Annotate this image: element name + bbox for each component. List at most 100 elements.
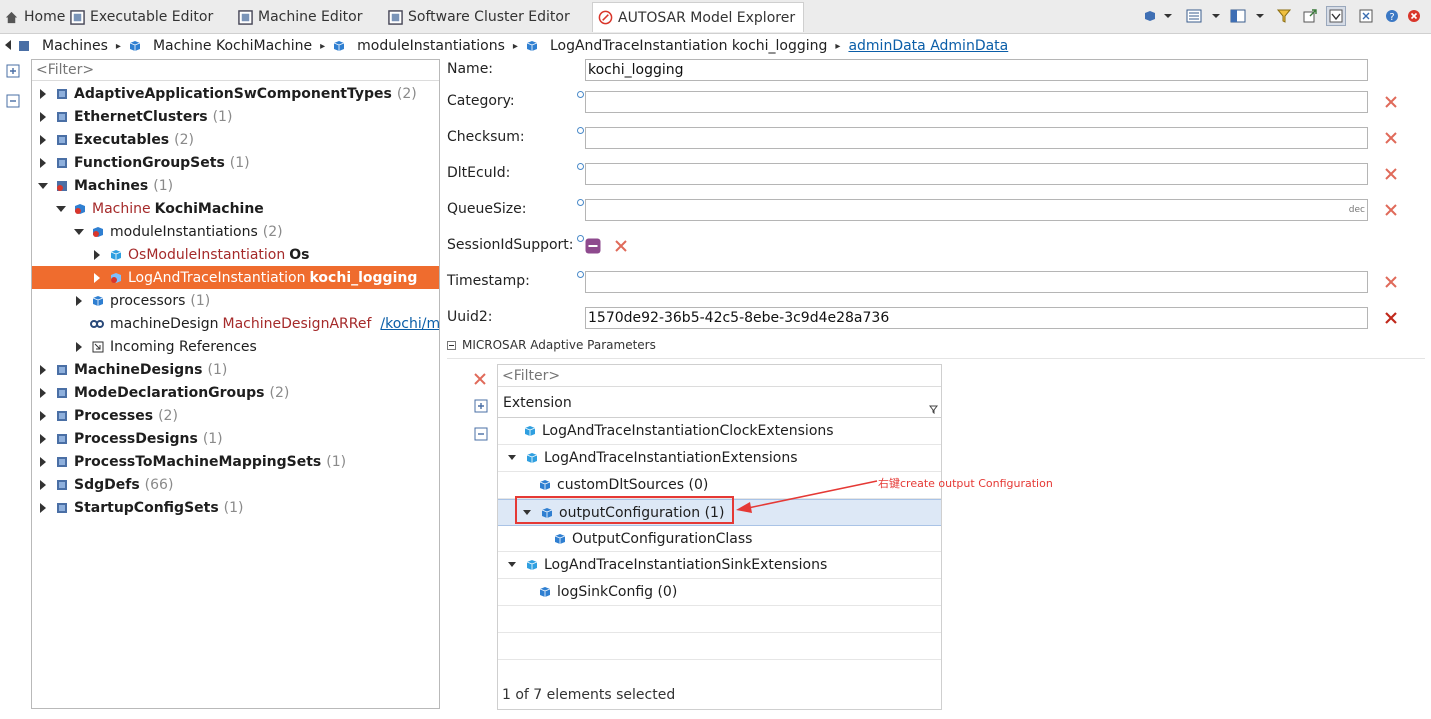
tree-node-module-instantiations[interactable]: moduleInstantiations (2) (32, 220, 439, 243)
collapse-all-icon[interactable] (1356, 6, 1376, 26)
breadcrumb-item-machine[interactable]: Machine KochiMachine (129, 38, 312, 54)
clear-icon[interactable] (1384, 95, 1398, 109)
collapse-arrow-icon[interactable] (56, 204, 66, 214)
breadcrumb-item-log-and-trace[interactable]: LogAndTraceInstantiation kochi_logging (526, 38, 827, 54)
tree-node-machines[interactable]: Machines (1) (32, 174, 439, 197)
breadcrumb-admin-data-link[interactable]: adminData AdminData (848, 38, 1008, 54)
tree-node[interactable]: StartupConfigSets (1) (32, 496, 439, 519)
expand-arrow-icon[interactable] (38, 134, 48, 145)
collapse-all-icon[interactable] (6, 94, 20, 112)
expand-arrow-icon[interactable] (38, 88, 48, 99)
collapse-all-icon[interactable] (474, 427, 488, 441)
remove-extension-icon[interactable] (473, 372, 487, 386)
extension-row[interactable]: logSinkConfig (0) (498, 579, 941, 606)
tree-node-count: (2) (174, 131, 194, 148)
checkbox-indeterminate-icon[interactable] (585, 238, 601, 254)
close-icon[interactable] (1404, 6, 1424, 26)
expand-arrow-icon[interactable] (74, 341, 84, 352)
breadcrumb-item-machines[interactable]: Machines (18, 38, 108, 54)
filter-icon[interactable] (1274, 6, 1294, 26)
tree-node-kochi-machine[interactable]: Machine KochiMachine (32, 197, 439, 220)
tab-autosar-model-explorer[interactable]: AUTOSAR Model Explorer (592, 2, 805, 32)
extension-column-header[interactable]: Extension (498, 388, 941, 418)
expand-arrow-icon[interactable] (38, 364, 48, 375)
category-field[interactable] (585, 91, 1368, 113)
timestamp-field[interactable] (585, 271, 1368, 293)
dlt-ecu-id-field[interactable] (585, 163, 1368, 185)
clear-icon[interactable] (1384, 275, 1398, 289)
layout-icon[interactable] (1228, 6, 1248, 26)
expand-arrow-icon[interactable] (74, 295, 84, 306)
cube-error-icon (111, 272, 121, 283)
tab-home[interactable]: Home (4, 4, 65, 30)
tree-node[interactable]: AdaptiveApplicationSwComponentTypes (2) (32, 82, 439, 105)
expand-arrow-icon[interactable] (38, 433, 48, 444)
expand-all-icon[interactable] (474, 399, 488, 413)
tree-node[interactable]: FunctionGroupSets (1) (32, 151, 439, 174)
tree-node[interactable]: ModeDeclarationGroups (2) (32, 381, 439, 404)
expand-arrow-icon[interactable] (38, 111, 48, 122)
collapse-arrow-icon[interactable] (74, 227, 84, 237)
collapse-arrow-icon[interactable] (508, 561, 516, 569)
tree-node[interactable]: ProcessDesigns (1) (32, 427, 439, 450)
tree-node[interactable]: ProcessToMachineMappingSets (1) (32, 450, 439, 473)
export-icon[interactable] (1300, 6, 1320, 26)
section-header-microsar[interactable]: MICROSAR Adaptive Parameters (447, 338, 656, 352)
clear-icon[interactable] (1384, 131, 1398, 145)
cube-error-icon (93, 226, 103, 237)
expand-arrow-icon[interactable] (38, 387, 48, 398)
tab-software-cluster-editor[interactable]: Software Cluster Editor (388, 4, 570, 30)
tree-node-machine-design[interactable]: machineDesign MachineDesignARRef /kochi/… (32, 312, 439, 335)
clear-icon[interactable] (1384, 311, 1398, 325)
clear-icon[interactable] (614, 239, 628, 253)
tree-node-incoming-references[interactable]: Incoming References (32, 335, 439, 358)
expand-arrow-icon[interactable] (38, 502, 48, 513)
expand-arrow-icon[interactable] (38, 410, 48, 421)
expand-arrow-icon[interactable] (38, 479, 48, 490)
queue-size-field[interactable]: dec (585, 199, 1368, 221)
breadcrumb-item-module-instantiations[interactable]: moduleInstantiations (333, 38, 505, 54)
column-filter-icon[interactable] (929, 405, 938, 414)
list-view-icon[interactable] (1184, 6, 1204, 26)
tree-node-processors[interactable]: processors (1) (32, 289, 439, 312)
tree-filter-input[interactable] (32, 60, 439, 81)
collapse-arrow-icon[interactable] (508, 454, 516, 462)
expand-all-icon[interactable] (6, 64, 20, 82)
expand-arrow-icon[interactable] (38, 157, 48, 168)
clear-icon[interactable] (1384, 203, 1398, 217)
tree-node[interactable]: MachineDesigns (1) (32, 358, 439, 381)
name-field[interactable] (585, 59, 1368, 81)
checksum-field[interactable] (585, 127, 1368, 149)
tree-node-reference-link[interactable]: /kochi/machineDesign (380, 316, 439, 332)
extension-row[interactable]: OutputConfigurationClass (498, 526, 941, 552)
model-icon[interactable] (1140, 6, 1160, 26)
tree-node[interactable]: Processes (2) (32, 404, 439, 427)
tree-node-log-and-trace-instantiation[interactable]: LogAndTraceInstantiation kochi_logging (32, 266, 439, 289)
chevron-right-icon: ▸ (320, 40, 326, 52)
tree-node[interactable]: EthernetClusters (1) (32, 105, 439, 128)
expand-arrow-icon[interactable] (92, 249, 102, 260)
tree-node[interactable]: Executables (2) (32, 128, 439, 151)
help-icon[interactable]: ? (1382, 6, 1402, 26)
expand-arrow-icon[interactable] (38, 456, 48, 467)
dropdown-chevron-icon[interactable] (1206, 6, 1226, 26)
extension-row-empty (498, 633, 941, 660)
extension-row[interactable]: LogAndTraceInstantiationSinkExtensions (498, 552, 941, 579)
uuid2-field[interactable] (585, 307, 1368, 329)
back-arrow-icon[interactable] (4, 38, 12, 54)
expand-arrow-icon[interactable] (92, 272, 102, 283)
tab-machine-editor[interactable]: Machine Editor (238, 4, 363, 30)
clear-icon[interactable] (1384, 167, 1398, 181)
link-with-editor-icon[interactable] (1326, 6, 1346, 26)
extension-row[interactable]: LogAndTraceInstantiationExtensions (498, 445, 941, 472)
collapse-section-icon[interactable] (447, 340, 456, 350)
extension-filter-input[interactable] (498, 365, 941, 387)
tab-machine-editor-label: Machine Editor (258, 9, 363, 25)
extension-row[interactable]: LogAndTraceInstantiationClockExtensions (498, 418, 941, 445)
dropdown-chevron-icon[interactable] (1158, 6, 1178, 26)
tab-executable-editor[interactable]: Executable Editor (70, 4, 213, 30)
tree-node-os-module-instantiation[interactable]: OsModuleInstantiation Os (32, 243, 439, 266)
collapse-arrow-icon[interactable] (38, 181, 48, 191)
tree-node[interactable]: SdgDefs (66) (32, 473, 439, 496)
dropdown-chevron-icon[interactable] (1250, 6, 1270, 26)
